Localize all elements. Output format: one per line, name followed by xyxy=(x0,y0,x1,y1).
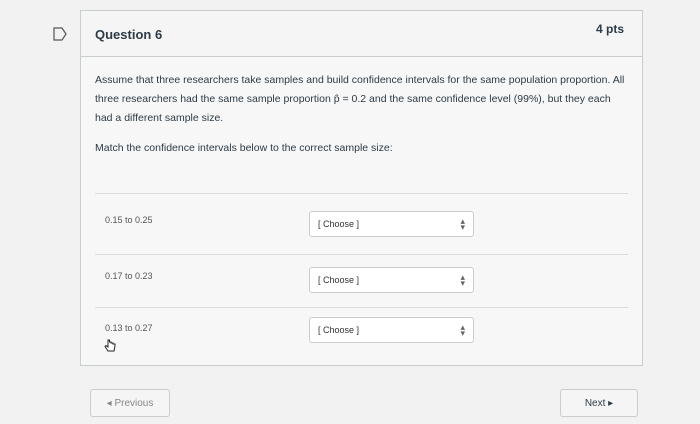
divider xyxy=(95,254,628,255)
match-row: 0.13 to 0.27 [ Choose ] ▴ ▾ xyxy=(81,317,642,377)
sample-size-select[interactable]: [ Choose ] ▴ ▾ xyxy=(309,317,474,343)
divider xyxy=(95,307,628,308)
question-instruction: Match the confidence intervals below to … xyxy=(95,142,393,154)
question-text: Assume that three researchers take sampl… xyxy=(95,74,625,124)
select-arrow-icon: ▴ ▾ xyxy=(460,272,465,288)
select-value: [ Choose ] xyxy=(318,325,360,335)
hand-cursor-icon xyxy=(104,339,116,352)
sample-size-select[interactable]: [ Choose ] ▴ ▾ xyxy=(309,211,474,237)
next-button[interactable]: Next ▸ xyxy=(560,389,638,417)
question-card: Question 6 4 pts Assume that three resea… xyxy=(80,10,643,366)
select-arrow-icon: ▴ ▾ xyxy=(460,216,465,232)
question-points: 4 pts xyxy=(595,22,624,36)
question-header: Question 6 4 pts xyxy=(81,11,642,57)
match-row: 0.17 to 0.23 [ Choose ] ▴ ▾ xyxy=(81,265,642,325)
previous-button[interactable]: ◂ Previous xyxy=(90,389,170,417)
question-title: Question 6 xyxy=(95,27,163,42)
select-value: [ Choose ] xyxy=(318,275,360,285)
interval-label: 0.15 to 0.25 xyxy=(105,215,153,225)
match-row: 0.15 to 0.25 [ Choose ] ▴ ▾ xyxy=(81,209,642,269)
divider xyxy=(95,193,628,194)
flag-icon[interactable] xyxy=(52,26,68,42)
select-arrow-icon: ▴ ▾ xyxy=(460,322,465,338)
interval-label: 0.13 to 0.27 xyxy=(105,323,153,333)
interval-label: 0.17 to 0.23 xyxy=(105,271,153,281)
sample-size-select[interactable]: [ Choose ] ▴ ▾ xyxy=(309,267,474,293)
select-value: [ Choose ] xyxy=(318,219,360,229)
